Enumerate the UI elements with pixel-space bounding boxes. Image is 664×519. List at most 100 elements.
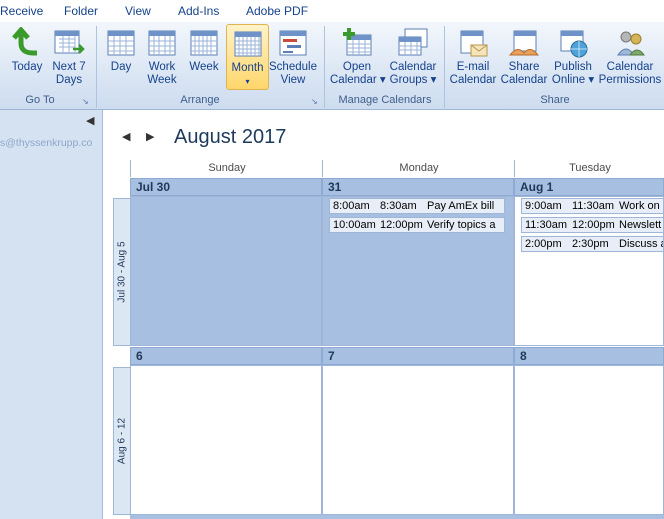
menu-bar: Receive Folder View Add-Ins Adobe PDF: [0, 0, 664, 23]
dow-monday: Monday: [322, 160, 515, 177]
calendar-groups-icon: [398, 28, 428, 56]
email-calendar-icon: [460, 30, 488, 57]
appt-start: 8:00am: [333, 200, 370, 212]
appointment[interactable]: 10:00am 12:00pm Verify topics a: [329, 217, 505, 233]
appt-subject: Verify topics a: [427, 219, 496, 231]
week-view-button[interactable]: Week: [185, 24, 223, 90]
menu-adobe-pdf[interactable]: Adobe PDF: [246, 4, 308, 18]
appt-end: 11:30am: [572, 200, 614, 212]
next-7-days-label: Next 7 Days: [52, 61, 86, 86]
group-separator: [444, 26, 445, 108]
menu-folder[interactable]: Folder: [64, 4, 98, 18]
day-cell[interactable]: [322, 365, 514, 515]
day-view-icon: [107, 30, 135, 56]
day-header-aug1[interactable]: Aug 1: [514, 178, 664, 196]
dialog-launcher-icon[interactable]: ↘: [82, 97, 89, 106]
appt-start: 2:00pm: [525, 238, 562, 250]
appt-start: 11:30am: [525, 219, 567, 231]
email-calendar-label: E-mail Calendar: [449, 61, 497, 86]
appointment[interactable]: 8:00am 8:30am Pay AmEx bill: [329, 198, 505, 214]
menu-receive[interactable]: Receive: [0, 4, 43, 18]
share-calendar-label: Share Calendar: [500, 61, 548, 86]
dialog-launcher-icon[interactable]: ↘: [311, 97, 318, 106]
permissions-icon: [617, 31, 645, 56]
week-label: Week: [189, 61, 219, 73]
week-view-icon: [190, 30, 218, 56]
next-week-strip: [130, 515, 664, 519]
schedule-view-button[interactable]: Schedule View: [269, 24, 317, 90]
green-arrow-icon: [12, 27, 37, 56]
publish-online-label: Publish Online ▾: [551, 61, 595, 86]
previous-month-icon[interactable]: ◀: [122, 130, 130, 143]
month-view-icon: [234, 31, 261, 57]
appt-subject: Discuss a: [619, 238, 664, 250]
appt-subject: Newslett: [619, 219, 662, 231]
dow-tuesday: Tuesday: [514, 160, 664, 177]
week-label: Jul 30 - Aug 5: [116, 241, 128, 303]
appt-end: 12:00pm: [380, 219, 423, 231]
work-week-button[interactable]: Work Week: [142, 24, 182, 90]
calendar-header: ◀ ▶ August 2017: [110, 110, 664, 160]
work-week-label: Work Week: [147, 61, 177, 86]
calendar-groups-button[interactable]: Calendar Groups ▾: [386, 24, 440, 90]
week-tab-1[interactable]: Jul 30 - Aug 5: [113, 198, 131, 346]
next-month-icon[interactable]: ▶: [146, 130, 154, 143]
day-cell[interactable]: [130, 365, 322, 515]
schedule-view-label: Schedule View: [269, 61, 317, 86]
appt-subject: Pay AmEx bill: [427, 200, 495, 212]
appt-end: 12:00pm: [572, 219, 615, 231]
day-header-7[interactable]: 7: [322, 347, 514, 365]
appointment[interactable]: 11:30am 12:00pm Newslett: [521, 217, 664, 233]
calendar-permissions-button[interactable]: Calendar Permissions: [598, 24, 662, 90]
day-header-6[interactable]: 6: [130, 347, 322, 365]
open-calendar-button[interactable]: Open Calendar ▾: [330, 24, 386, 90]
share-calendar-icon: [508, 30, 540, 56]
month-view-button[interactable]: Month ▾: [226, 24, 269, 90]
appt-subject: Work on: [619, 200, 660, 212]
month-label: Month: [231, 62, 264, 74]
appointment[interactable]: 2:00pm 2:30pm Discuss a: [521, 236, 664, 252]
group-separator: [96, 26, 97, 108]
today-label: Today: [11, 61, 43, 73]
day-header-31[interactable]: 31: [322, 178, 514, 196]
publish-online-icon: [560, 30, 588, 58]
share-calendar-button[interactable]: Share Calendar: [500, 24, 548, 90]
day-view-button[interactable]: Day: [102, 24, 140, 90]
group-label-share: Share: [540, 94, 570, 106]
open-calendar-icon: [343, 28, 372, 56]
today-button[interactable]: Today: [6, 24, 48, 90]
group-separator: [324, 26, 325, 108]
dow-sunday: Sunday: [130, 160, 323, 177]
schedule-view-icon: [279, 30, 307, 56]
ribbon: Today Next 7 Days Go To ↘ Day Work Week: [0, 22, 664, 110]
chevron-down-icon: ▾: [245, 77, 250, 86]
calendar-permissions-label: Calendar Permissions: [598, 61, 662, 86]
open-calendar-label: Open Calendar ▾: [330, 61, 386, 86]
navigation-pane: ◀ s@thyssenkrupp.co: [0, 110, 103, 519]
collapse-pane-icon[interactable]: ◀: [86, 114, 94, 127]
week-label: Aug 6 - 12: [116, 417, 128, 465]
menu-add-ins[interactable]: Add-Ins: [178, 4, 219, 18]
day-header-8[interactable]: 8: [514, 347, 664, 365]
publish-online-button[interactable]: Publish Online ▾: [550, 24, 596, 90]
next-7-days-button[interactable]: Next 7 Days: [50, 24, 88, 90]
account-email: s@thyssenkrupp.co: [0, 137, 93, 149]
work-week-icon: [148, 30, 176, 56]
day-label: Day: [110, 61, 132, 73]
day-cell[interactable]: [130, 196, 322, 346]
day-header-jul30[interactable]: Jul 30: [130, 178, 322, 196]
month-title: August 2017: [174, 126, 287, 148]
week-tab-2[interactable]: Aug 6 - 12: [113, 367, 131, 515]
menu-view[interactable]: View: [125, 4, 151, 18]
appt-end: 2:30pm: [572, 238, 609, 250]
calendar-groups-label: Calendar Groups ▾: [389, 61, 437, 86]
appt-end: 8:30am: [380, 200, 417, 212]
calendar-arrow-icon: [54, 30, 85, 54]
appt-start: 9:00am: [525, 200, 562, 212]
group-label-manage-calendars: Manage Calendars: [338, 94, 432, 106]
day-cell[interactable]: [514, 365, 664, 515]
group-label-arrange: Arrange: [180, 94, 220, 106]
email-calendar-button[interactable]: E-mail Calendar: [448, 24, 498, 90]
appointment[interactable]: 9:00am 11:30am Work on: [521, 198, 664, 214]
appt-start: 10:00am: [333, 219, 376, 231]
